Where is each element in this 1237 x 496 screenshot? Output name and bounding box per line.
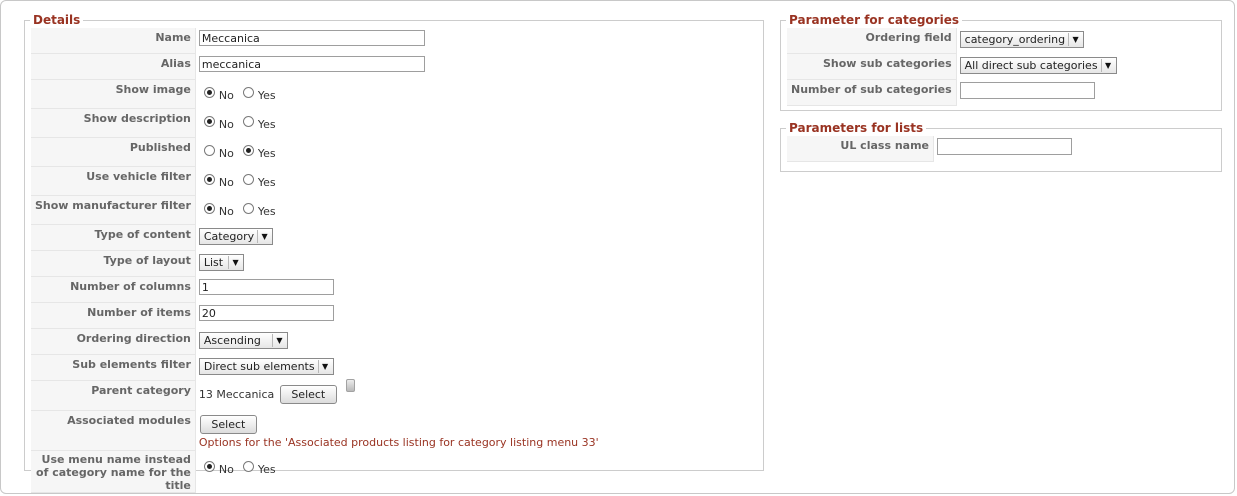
- parent-category-select-button[interactable]: Select: [279, 385, 337, 404]
- show-image-label: Show image: [31, 80, 196, 109]
- vehicle-filter-no-radio[interactable]: [203, 174, 215, 185]
- ul-class-name-label: UL class name: [787, 136, 934, 162]
- use-menu-name-no-label: No: [218, 463, 234, 476]
- alias-label: Alias: [31, 54, 196, 80]
- ordering-field-label: Ordering field: [787, 28, 957, 54]
- ul-class-name-input[interactable]: [937, 138, 1072, 155]
- details-fieldset: Details Name Alias Show image No Yes Sho…: [24, 13, 764, 493]
- manufacturer-filter-yes-radio[interactable]: [242, 203, 254, 214]
- manufacturer-filter-no-radio[interactable]: [203, 203, 215, 214]
- vehicle-filter-no-label: No: [218, 176, 234, 189]
- ordering-direction-select[interactable]: Ascending ▼: [198, 332, 288, 349]
- published-no-label: No: [218, 147, 234, 160]
- type-of-content-select[interactable]: Category ▼: [198, 228, 274, 245]
- show-description-yes-radio[interactable]: [242, 116, 254, 127]
- associated-modules-note: Options for the 'Associated products lis…: [198, 436, 599, 449]
- lists-legend: Parameters for lists: [789, 121, 924, 135]
- name-label: Name: [31, 28, 196, 54]
- associated-modules-select-button[interactable]: Select: [199, 415, 257, 434]
- number-of-sub-categories-label: Number of sub categories: [787, 80, 957, 106]
- number-of-columns-label: Number of columns: [31, 277, 196, 303]
- parent-category-label: Parent category: [31, 381, 196, 411]
- show-sub-categories-select[interactable]: All direct sub categories ▼: [959, 57, 1117, 74]
- chevron-down-icon: ▼: [257, 230, 271, 243]
- use-menu-name-yes-label: Yes: [257, 463, 276, 476]
- parent-category-value: 13 Meccanica: [198, 388, 275, 401]
- lists-fieldset: Parameters for lists UL class name: [780, 121, 1222, 172]
- vehicle-filter-yes-radio[interactable]: [242, 174, 254, 185]
- manufacturer-filter-yes-label: Yes: [257, 205, 276, 218]
- details-legend: Details: [33, 13, 81, 27]
- published-label: Published: [31, 138, 196, 167]
- ordering-direction-label: Ordering direction: [31, 329, 196, 355]
- sub-elements-filter-label: Sub elements filter: [31, 355, 196, 381]
- type-of-layout-select[interactable]: List ▼: [198, 254, 245, 271]
- published-yes-label: Yes: [257, 147, 276, 160]
- categories-fieldset: Parameter for categories Ordering field …: [780, 13, 1222, 111]
- associated-modules-label: Associated modules: [31, 411, 196, 451]
- show-image-no-radio[interactable]: [203, 87, 215, 98]
- show-image-yes-label: Yes: [257, 89, 276, 102]
- ordering-field-select[interactable]: category_ordering ▼: [959, 31, 1085, 48]
- number-of-items-input[interactable]: [198, 305, 334, 321]
- vehicle-filter-label: Use vehicle filter: [31, 167, 196, 196]
- manufacturer-filter-label: Show manufacturer filter: [31, 196, 196, 225]
- vehicle-filter-yes-label: Yes: [257, 176, 276, 189]
- type-of-content-label: Type of content: [31, 225, 196, 251]
- sub-elements-filter-select[interactable]: Direct sub elements ▼: [198, 358, 334, 375]
- show-sub-categories-label: Show sub categories: [787, 54, 957, 80]
- published-yes-radio[interactable]: [242, 145, 254, 156]
- show-description-no-radio[interactable]: [203, 116, 215, 127]
- number-of-items-label: Number of items: [31, 303, 196, 329]
- type-of-layout-label: Type of layout: [31, 251, 196, 277]
- show-image-yes-radio[interactable]: [242, 87, 254, 98]
- categories-legend: Parameter for categories: [789, 13, 959, 27]
- use-menu-name-no-radio[interactable]: [203, 461, 215, 472]
- alias-input[interactable]: [198, 56, 425, 72]
- manufacturer-filter-no-label: No: [218, 205, 234, 218]
- chevron-down-icon: ▼: [271, 334, 286, 347]
- show-description-no-label: No: [218, 118, 234, 131]
- published-no-radio[interactable]: [203, 145, 215, 156]
- clear-icon[interactable]: [346, 379, 356, 392]
- chevron-down-icon: ▼: [1068, 33, 1082, 46]
- show-image-no-label: No: [218, 89, 234, 102]
- chevron-down-icon: ▼: [317, 360, 332, 373]
- use-menu-name-yes-radio[interactable]: [242, 461, 254, 472]
- show-description-yes-label: Yes: [257, 118, 276, 131]
- chevron-down-icon: ▼: [1100, 59, 1115, 72]
- number-of-sub-categories-input[interactable]: [959, 82, 1095, 99]
- chevron-down-icon: ▼: [228, 256, 242, 269]
- name-input[interactable]: [198, 30, 425, 46]
- use-menu-name-label: Use menu name instead of category name f…: [31, 451, 196, 493]
- number-of-columns-input[interactable]: [198, 279, 334, 295]
- show-description-label: Show description: [31, 109, 196, 138]
